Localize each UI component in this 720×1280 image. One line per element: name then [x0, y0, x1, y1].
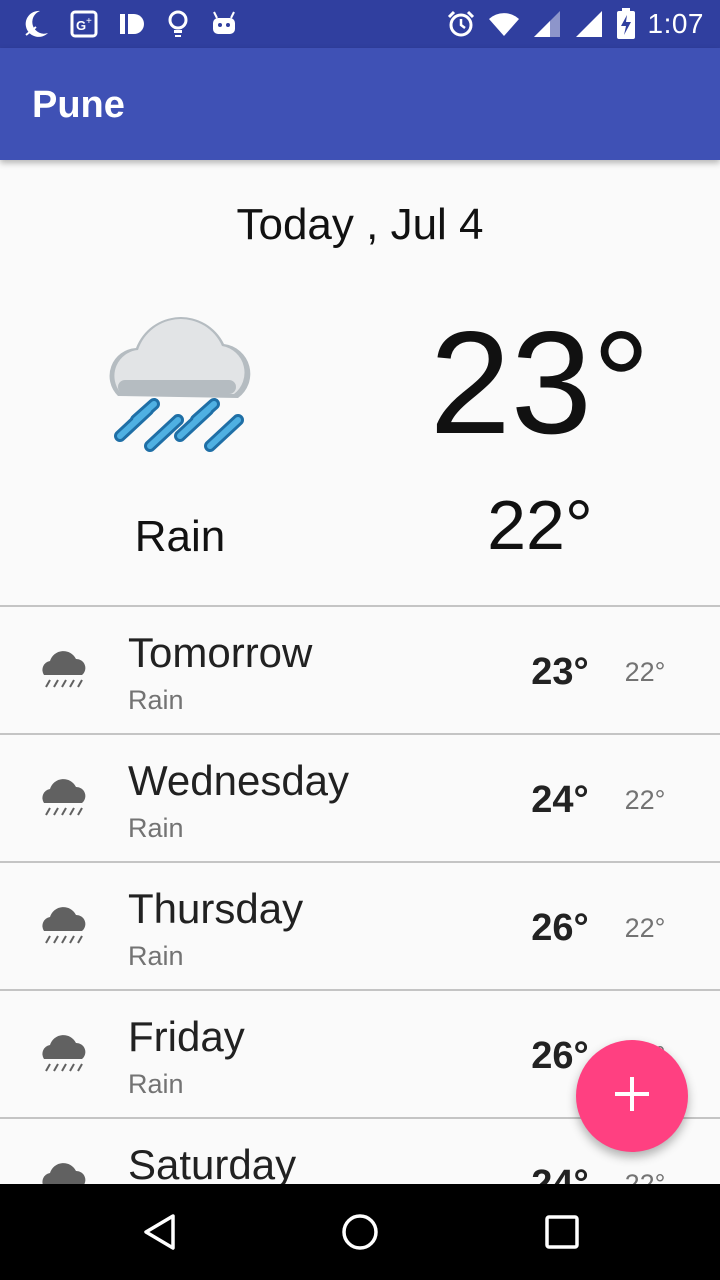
rain-cloud-icon — [38, 647, 90, 691]
forecast-description: Rain — [128, 941, 184, 971]
rain-cloud-icon — [38, 775, 90, 819]
forecast-low-temp: 22° — [624, 657, 666, 687]
status-bar: G + 1:07 — [0, 0, 720, 48]
lightbulb-icon — [166, 9, 190, 39]
forecast-description: Rain — [128, 813, 184, 843]
alarm-icon — [446, 9, 476, 39]
signal-icon — [532, 9, 562, 39]
moon-icon — [22, 9, 50, 39]
rain-cloud-icon — [38, 903, 90, 947]
forecast-high-temp: 23° — [531, 651, 589, 693]
forecast-day: Tomorrow — [128, 629, 313, 676]
forecast-day: Friday — [128, 1013, 245, 1060]
clock: 1:07 — [647, 8, 704, 39]
forecast-high-temp: 24° — [531, 1163, 589, 1185]
recents-icon[interactable] — [542, 1212, 582, 1252]
today-description: Rain — [134, 512, 226, 561]
add-location-button[interactable] — [576, 1040, 688, 1152]
rain-cloud-icon — [38, 1159, 90, 1185]
forecast-day: Wednesday — [128, 757, 350, 804]
rain-cloud-icon — [38, 1031, 90, 1075]
wifi-icon — [488, 11, 520, 37]
today-date: Today , Jul 4 — [236, 200, 484, 249]
app-bar: Pune — [0, 48, 720, 160]
forecast-row-thursday[interactable]: Thursday Rain 26° 22° — [0, 861, 720, 989]
signal-icon — [574, 9, 604, 39]
today-panel[interactable]: Today , Jul 4 Rain 23° 22° — [0, 160, 720, 606]
plus-icon — [612, 1074, 652, 1119]
navigation-bar — [0, 1184, 720, 1280]
forecast-low-temp: 22° — [624, 1169, 666, 1185]
forecast-high-temp: 26° — [531, 907, 589, 949]
forecast-high-temp: 24° — [531, 779, 589, 821]
forecast-description: Rain — [128, 685, 184, 715]
id-icon — [118, 10, 146, 38]
forecast-row-wednesday[interactable]: Wednesday Rain 24° 22° — [0, 733, 720, 861]
android-icon — [210, 10, 238, 38]
forecast-row-tomorrow[interactable]: Tomorrow Rain 23° 22° — [0, 605, 720, 733]
today-high-temp: 23° — [429, 301, 651, 464]
battery-charging-icon — [616, 8, 636, 40]
forecast-day: Saturday — [128, 1141, 297, 1185]
home-icon[interactable] — [340, 1212, 380, 1252]
svg-text:+: + — [86, 16, 92, 27]
forecast-description: Rain — [128, 1069, 184, 1099]
forecast-low-temp: 22° — [624, 913, 666, 943]
svg-text:G: G — [76, 18, 86, 33]
rain-cloud-icon — [96, 296, 264, 464]
google-plus-icon: G + — [70, 10, 98, 38]
today-low-temp: 22° — [487, 486, 593, 564]
app-title: Pune — [32, 84, 125, 126]
back-icon[interactable] — [140, 1212, 180, 1252]
forecast-day: Thursday — [128, 885, 304, 932]
forecast-low-temp: 22° — [624, 785, 666, 815]
